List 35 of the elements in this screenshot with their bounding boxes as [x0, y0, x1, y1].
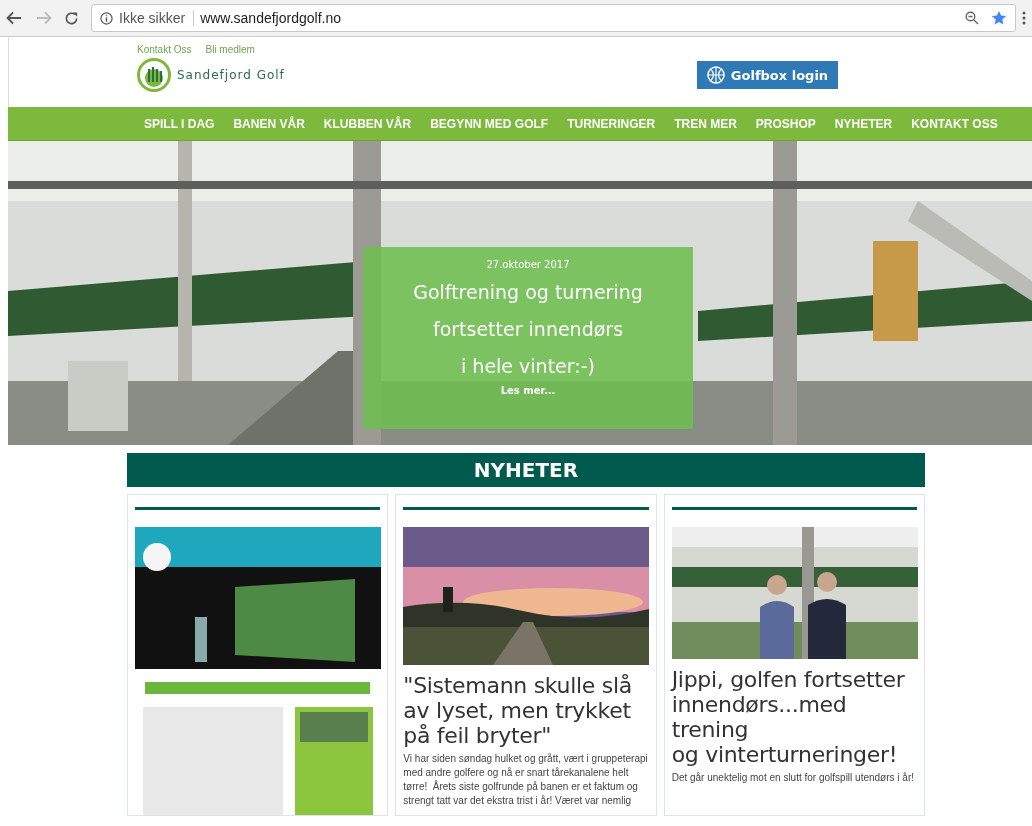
- info-icon[interactable]: [100, 11, 113, 25]
- bookmark-star-icon[interactable]: [991, 10, 1007, 26]
- news-excerpt: Vi har siden søndag hulket og grått, vært i gruppeterapi med andre golfere og nå er snart tårekanalene helt tørre! Årets siste golfrunde på banen er et faktum og strengt tatt var det ekstra trist i år! Været var nemlig: [403, 752, 649, 808]
- news-title[interactable]: "Sistemann skulle slå av lyset, men trykket på feil bryter": [403, 673, 649, 748]
- reload-icon[interactable]: [64, 10, 79, 26]
- menu-icon[interactable]: [1022, 11, 1026, 25]
- news-card[interactable]: Jippi, golfen fortsetter innendørs...med trening og vinterturneringer! Det går unektelig mot en slutt for golfspill utendørs i år!: [663, 494, 925, 816]
- security-label: Ikke sikker: [119, 10, 195, 26]
- nav-link[interactable]: KLUBBEN VÅR: [323, 116, 412, 131]
- read-more-link[interactable]: Les mer...: [363, 385, 693, 396]
- featured-headline: Golftrening og turnering fortsetter innendørs i hele vinter:-): [412, 280, 644, 379]
- nav-link[interactable]: TREN MER: [674, 116, 737, 131]
- globe-icon: [706, 66, 725, 84]
- news-card[interactable]: [395, 494, 657, 816]
- nav-link[interactable]: TURNERINGER: [567, 116, 656, 131]
- logo-emblem-icon: [137, 58, 171, 92]
- nav-link[interactable]: PROSHOP: [755, 116, 816, 131]
- url-text: www.sandefjordgolf.no: [200, 10, 342, 26]
- login-button[interactable]: Golfbox login: [696, 61, 839, 89]
- address-bar[interactable]: Ikke sikker www.sandefjordgolf.no: [91, 4, 1016, 32]
- nav-link[interactable]: SPILL I DAG: [144, 116, 215, 131]
- news-date: 27.oktober 2017: [485, 259, 571, 270]
- top-link[interactable]: Kontakt Oss: [137, 44, 192, 55]
- news-excerpt: Det går unektelig mot en slutt for golfspill utendørs i år!: [671, 771, 915, 785]
- news-card[interactable]: [127, 494, 389, 816]
- nav-link[interactable]: BANEN VÅR: [233, 116, 305, 131]
- top-link[interactable]: Bli medlem: [205, 44, 255, 55]
- nav-link[interactable]: KONTAKT OSS: [911, 116, 998, 131]
- news-title[interactable]: Jippi, golfen fortsetter innendørs...med trening og vinterturneringer!: [671, 667, 917, 767]
- section-heading: NYHETER: [127, 453, 925, 487]
- zoom-icon[interactable]: [965, 11, 979, 25]
- back-icon[interactable]: [6, 11, 22, 25]
- logo-text: Sandefjord Golf: [177, 68, 285, 82]
- nav-link[interactable]: NYHETER: [834, 116, 893, 131]
- nav-link[interactable]: BEGYNN MED GOLF: [430, 116, 549, 131]
